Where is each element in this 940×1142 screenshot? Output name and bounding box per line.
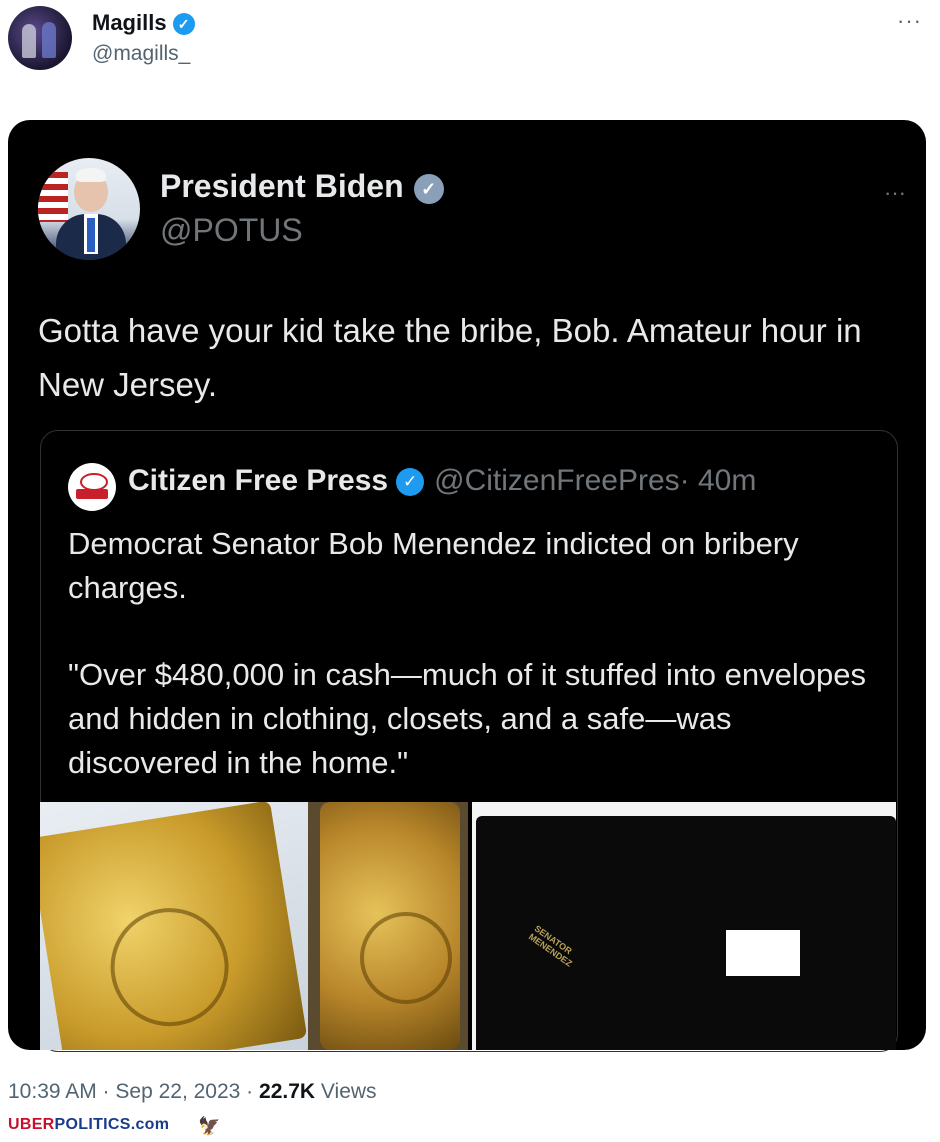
embedded-tweet-name: President Biden ✓	[160, 168, 444, 205]
gold-bar	[320, 802, 460, 1050]
quoted-tweet-paragraph: Democrat Senator Bob Menendez indicted o…	[68, 526, 799, 605]
author-name-text[interactable]: Magills	[92, 10, 167, 35]
author-name[interactable]: Magills ✓	[92, 10, 195, 36]
author-handle[interactable]: @magills_	[92, 42, 190, 66]
quoted-tweet-name: Citizen Free Press	[128, 464, 389, 497]
quoted-tweet-header: Citizen Free Press ✓ @CitizenFreePres· 40m	[128, 464, 756, 498]
embedded-more-icon: ···	[884, 180, 906, 205]
tweet-timestamp[interactable]: 10:39 AM · Sep 22, 2023 ·	[8, 1080, 253, 1103]
quoted-tweet-handle: @CitizenFreePres	[434, 464, 680, 497]
logo-banner	[76, 489, 108, 499]
gold-bar	[40, 802, 308, 1050]
gold-bar-photo	[40, 802, 308, 1050]
flag-icon	[38, 172, 68, 222]
author-avatar[interactable]	[8, 6, 72, 70]
gold-bar-stamp	[102, 899, 238, 1035]
verified-badge-icon: ✓	[172, 13, 195, 36]
site-watermark: UBERPOLITICS.com	[8, 1116, 169, 1134]
quoted-tweet-paragraph: "Over $480,000 in cash—much of it stuffe…	[68, 657, 866, 780]
verified-badge-icon: ✓	[396, 468, 425, 497]
watermark-part: POLITICS.com	[54, 1116, 170, 1133]
embedded-tweet-handle: @POTUS	[160, 212, 303, 248]
views-label: Views	[320, 1080, 377, 1103]
embedded-tweet-text: Gotta have your kid take the bribe, Bob.…	[38, 312, 862, 403]
redaction-box	[726, 930, 800, 976]
gold-bar-photo	[308, 802, 468, 1050]
jacket-embroidery: SENATOR MENENDEZ	[526, 923, 574, 969]
eagle-icon: 🦅	[198, 1116, 221, 1136]
quoted-tweet-text: Democrat Senator Bob Menendez indicted o…	[68, 522, 878, 828]
embedded-tweet-name-text: President Biden	[160, 168, 404, 204]
jacket-photo: SENATOR MENENDEZ	[472, 802, 896, 1050]
avatar-hair	[76, 168, 106, 182]
verified-badge-icon: ✓	[413, 173, 444, 204]
tweet-meta: 10:39 AM · Sep 22, 2023 · 22.7K Views	[8, 1080, 377, 1104]
avatar-tie	[87, 218, 95, 252]
potus-avatar	[38, 158, 140, 260]
quoted-tweet-age: · 40m	[679, 464, 757, 497]
citizen-free-press-avatar	[68, 463, 116, 511]
more-options-icon[interactable]: ···	[897, 8, 922, 34]
jacket: SENATOR MENENDEZ	[476, 816, 896, 1050]
avatar-figure	[22, 24, 36, 58]
views-count: 22.7K	[259, 1080, 316, 1103]
watermark-part: UBER	[8, 1116, 55, 1133]
gold-bar-stamp	[360, 912, 452, 1004]
avatar-figure	[42, 22, 56, 58]
